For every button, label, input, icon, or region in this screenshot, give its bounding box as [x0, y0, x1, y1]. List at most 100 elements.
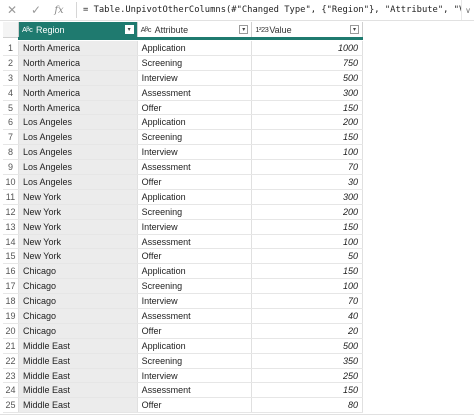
value-cell[interactable]: 350: [252, 353, 363, 368]
table-row[interactable]: 1 North America Application 1000: [3, 41, 363, 56]
text-type-icon[interactable]: Aᴮc: [22, 25, 36, 34]
attribute-cell[interactable]: Offer: [138, 398, 253, 413]
row-number[interactable]: 3: [3, 70, 19, 85]
value-cell[interactable]: 200: [252, 204, 363, 219]
value-cell[interactable]: 40: [252, 309, 363, 323]
filter-dropdown-icon[interactable]: ▾: [350, 25, 359, 34]
row-number[interactable]: 12: [3, 204, 19, 219]
attribute-cell[interactable]: Screening: [138, 55, 253, 70]
row-number[interactable]: 5: [3, 100, 19, 115]
table-row[interactable]: 25 Middle East Offer 80: [3, 398, 363, 414]
region-cell[interactable]: Middle East: [18, 353, 138, 368]
attribute-cell[interactable]: Interview: [138, 70, 253, 85]
filter-dropdown-icon[interactable]: ▾: [124, 25, 134, 34]
expand-formula-icon[interactable]: ∨: [461, 0, 474, 20]
value-cell[interactable]: 150: [252, 130, 363, 145]
attribute-cell[interactable]: Application: [138, 189, 253, 204]
text-type-icon[interactable]: Aᴮc: [141, 25, 155, 34]
table-row[interactable]: 2 North America Screening 750: [3, 55, 363, 71]
attribute-cell[interactable]: Offer: [138, 100, 253, 115]
attribute-cell[interactable]: Assessment: [138, 234, 253, 249]
attribute-cell[interactable]: Screening: [138, 204, 253, 219]
attribute-cell[interactable]: Assessment: [138, 309, 253, 323]
table-row[interactable]: 22 Middle East Screening 350: [3, 353, 363, 369]
region-cell[interactable]: New York: [18, 219, 138, 234]
value-cell[interactable]: 150: [252, 219, 363, 234]
table-row[interactable]: 5 North America Offer 150: [3, 100, 363, 116]
row-number[interactable]: 17: [3, 279, 19, 294]
column-header-value[interactable]: 1²23 Value ▾: [252, 22, 363, 37]
row-number[interactable]: 19: [3, 309, 19, 323]
region-cell[interactable]: Los Angeles: [18, 175, 138, 189]
region-cell[interactable]: Middle East: [18, 368, 138, 383]
table-row[interactable]: 8 Los Angeles Interview 100: [3, 145, 363, 161]
attribute-cell[interactable]: Offer: [138, 175, 253, 189]
row-number[interactable]: 14: [3, 234, 19, 249]
value-cell[interactable]: 70: [252, 294, 363, 309]
value-cell[interactable]: 150: [252, 100, 363, 115]
value-cell[interactable]: 300: [252, 189, 363, 204]
filter-dropdown-icon[interactable]: ▾: [239, 25, 249, 34]
table-row[interactable]: 6 Los Angeles Application 200: [3, 115, 363, 131]
table-row[interactable]: 24 Middle East Assessment 150: [3, 383, 363, 399]
attribute-cell[interactable]: Interview: [138, 294, 253, 309]
value-cell[interactable]: 80: [252, 398, 363, 413]
row-number[interactable]: 7: [3, 130, 19, 145]
region-cell[interactable]: New York: [18, 249, 138, 264]
attribute-cell[interactable]: Interview: [138, 145, 253, 160]
table-row[interactable]: 16 Chicago Application 150: [3, 264, 363, 280]
attribute-cell[interactable]: Assessment: [138, 160, 253, 175]
close-icon[interactable]: ✕: [0, 0, 24, 20]
region-cell[interactable]: Chicago: [18, 294, 138, 309]
row-number[interactable]: 25: [3, 398, 19, 413]
table-row[interactable]: 9 Los Angeles Assessment 70: [3, 160, 363, 176]
attribute-cell[interactable]: Screening: [138, 130, 253, 145]
value-cell[interactable]: 100: [252, 279, 363, 294]
table-row[interactable]: 14 New York Assessment 100: [3, 234, 363, 250]
table-row[interactable]: 21 Middle East Application 500: [3, 338, 363, 354]
value-cell[interactable]: 70: [252, 160, 363, 175]
region-cell[interactable]: Middle East: [18, 338, 138, 353]
row-number[interactable]: 16: [3, 264, 19, 279]
value-cell[interactable]: 50: [252, 249, 363, 264]
region-cell[interactable]: North America: [18, 85, 138, 100]
region-cell[interactable]: North America: [18, 70, 138, 85]
region-cell[interactable]: Chicago: [18, 323, 138, 338]
attribute-cell[interactable]: Application: [138, 115, 253, 130]
value-cell[interactable]: 500: [252, 70, 363, 85]
region-cell[interactable]: Los Angeles: [18, 160, 138, 175]
row-number[interactable]: 22: [3, 353, 19, 368]
value-cell[interactable]: 750: [252, 55, 363, 70]
region-cell[interactable]: New York: [18, 234, 138, 249]
region-cell[interactable]: Los Angeles: [18, 145, 138, 160]
table-row[interactable]: 10 Los Angeles Offer 30: [3, 175, 363, 190]
table-row[interactable]: 7 Los Angeles Screening 150: [3, 130, 363, 146]
value-cell[interactable]: 250: [252, 368, 363, 383]
row-number[interactable]: 15: [3, 249, 19, 264]
column-header-region[interactable]: Aᴮc Region ▾: [18, 22, 138, 37]
row-number[interactable]: 4: [3, 85, 19, 100]
table-row[interactable]: 4 North America Assessment 300: [3, 85, 363, 101]
table-row[interactable]: 19 Chicago Assessment 40: [3, 309, 363, 324]
attribute-cell[interactable]: Application: [138, 41, 253, 55]
region-cell[interactable]: Los Angeles: [18, 130, 138, 145]
row-number[interactable]: 1: [3, 41, 19, 55]
row-number[interactable]: 10: [3, 175, 19, 189]
row-number[interactable]: 23: [3, 368, 19, 383]
attribute-cell[interactable]: Offer: [138, 323, 253, 338]
value-cell[interactable]: 30: [252, 175, 363, 189]
table-row[interactable]: 18 Chicago Interview 70: [3, 294, 363, 310]
value-cell[interactable]: 500: [252, 338, 363, 353]
table-row[interactable]: 17 Chicago Screening 100: [3, 279, 363, 295]
table-row[interactable]: 11 New York Application 300: [3, 189, 363, 205]
row-number[interactable]: 24: [3, 383, 19, 398]
value-cell[interactable]: 150: [252, 383, 363, 398]
value-cell[interactable]: 100: [252, 234, 363, 249]
table-row[interactable]: 20 Chicago Offer 20: [3, 323, 363, 339]
row-number[interactable]: 21: [3, 338, 19, 353]
row-number[interactable]: 11: [3, 189, 19, 204]
formula-input[interactable]: = Table.UnpivotOtherColumns(#"Changed Ty…: [81, 5, 461, 15]
attribute-cell[interactable]: Application: [138, 338, 253, 353]
row-number[interactable]: 2: [3, 55, 19, 70]
row-number[interactable]: 6: [3, 115, 19, 130]
